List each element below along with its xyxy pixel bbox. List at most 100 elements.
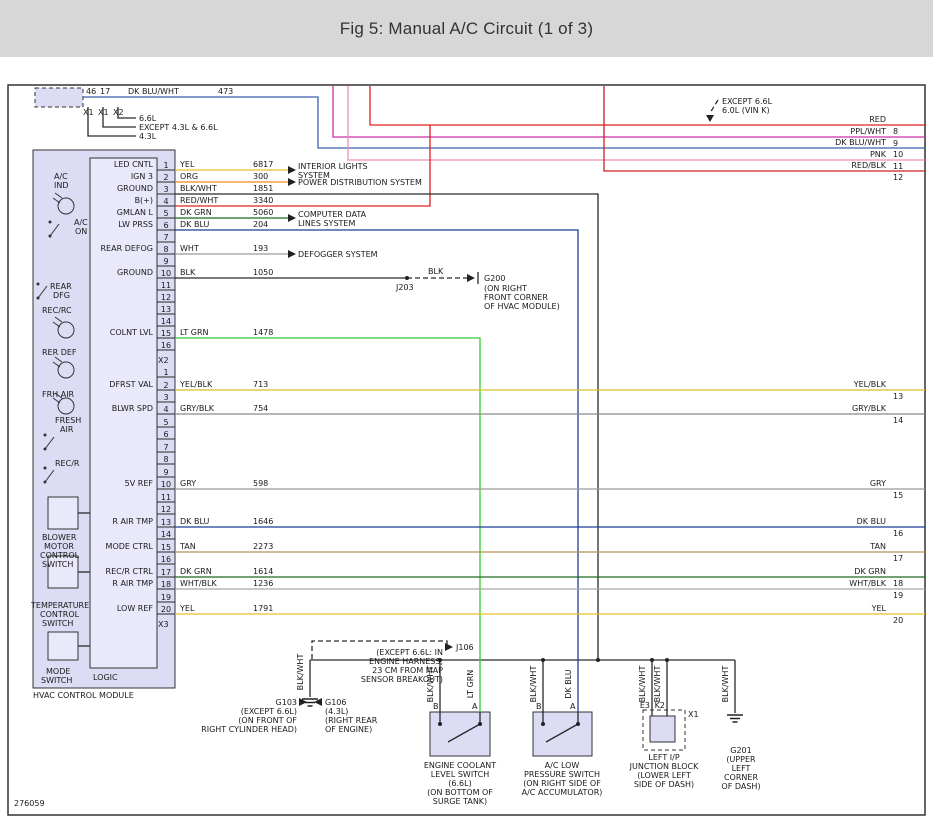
hvac-connector-x2-pin-number: 14 (161, 317, 171, 326)
circuit-number-label: 2273 (253, 542, 273, 551)
connector-pin-number: 17 (893, 554, 903, 563)
diagram-label: BLK/WHT (529, 666, 538, 703)
diagram-label: REAR (50, 282, 72, 291)
circuit-number-label: 1851 (253, 184, 273, 193)
diagram-label: X1 (83, 108, 94, 117)
wire-except-66l-pointer (710, 100, 718, 113)
wire-color-label: DK GRN (854, 567, 886, 576)
circuit-number-label: 1050 (253, 268, 273, 277)
hvac-connector-x2-pin-number: 12 (161, 293, 171, 302)
arrow-r (288, 214, 296, 222)
wire-color-label: RED/BLK (851, 161, 886, 170)
connector-pin-number: 14 (893, 416, 903, 425)
hvac-connector-x2-pin-number: 3 (163, 185, 168, 194)
system-label: POWER DISTRIBUTION SYSTEM (298, 178, 422, 187)
wire-color-label: GRY (870, 479, 886, 488)
diagram-label: A/C ACCUMULATOR) (522, 788, 603, 797)
circuit-number-label: 204 (253, 220, 268, 229)
junction-dot (438, 722, 442, 726)
terminal-label: GMLAN L (117, 208, 154, 217)
circuit-number-label: 193 (253, 244, 268, 253)
diagram-label: ON (75, 227, 87, 236)
wire-color-label: GRY (180, 479, 196, 488)
diagram-label: MODE (46, 667, 70, 676)
hvac-connector-x3-pin-number: 14 (161, 530, 171, 539)
logic-box (90, 158, 157, 668)
wire-color-label: YEL (179, 604, 195, 613)
wire-conn-stub-3 (88, 107, 136, 136)
connector-pin-number: 13 (893, 392, 903, 401)
diagram-label: G200 (484, 274, 505, 283)
connector-pin-number: 11 (893, 162, 903, 171)
diagram-label: G103 (276, 698, 297, 707)
hvac-connector-x3-pin-number: 5 (163, 418, 168, 427)
terminal-label: DFRST VAL (109, 380, 153, 389)
wire-red (370, 86, 925, 125)
hvac-connector-x2-pin-number: 4 (163, 197, 168, 206)
switch-terminal (44, 467, 47, 470)
mode-switch-box (48, 632, 78, 660)
diagram-label: (ON RIGHT (484, 284, 527, 293)
connector-pin-number: 8 (893, 127, 898, 136)
connector-pin-number: 12 (893, 173, 903, 182)
diagram-label: SWITCH (42, 619, 73, 628)
diagram-label: (EXCEPT 6.6L: IN (376, 648, 443, 657)
wire-pnk (348, 86, 925, 160)
top-left-connector-box (35, 88, 83, 107)
diagram-label: A (472, 702, 478, 711)
diagram-label: BLK/WHT (638, 666, 647, 703)
circuit-number-label: 754 (253, 404, 268, 413)
hvac-connector-x3-pin-number: 11 (161, 493, 171, 502)
diagram-label: 46 (86, 87, 96, 96)
circuit-number-label: 1791 (253, 604, 273, 613)
arrow-r (288, 178, 296, 186)
hvac-connector-x3-pin-number: 13 (161, 518, 171, 527)
diagram-label: IND (54, 181, 69, 190)
diagram-label: E3 (640, 701, 650, 710)
terminal-label: R AIR TMP (112, 517, 153, 526)
diagram-label: BLK/WHT (296, 654, 305, 691)
wire-color-label: DK BLU (180, 220, 209, 229)
diagram-label: AIR (60, 425, 74, 434)
hvac-connector-x2-pin-number: 13 (161, 305, 171, 314)
wire-color-label: RED/WHT (180, 196, 218, 205)
circuit-number-label: 5060 (253, 208, 273, 217)
diagram-label: J106 (455, 643, 474, 652)
diagram-label: A/C LOW (545, 761, 580, 770)
junction-dot (665, 658, 669, 662)
terminal-label: REC/R CTRL (106, 567, 154, 576)
diagram-label: BLK/WHT (426, 666, 435, 703)
terminal-label: IGN 3 (131, 172, 153, 181)
diagram-label: OF HVAC MODULE) (484, 302, 560, 311)
circuit-number-label: 1646 (253, 517, 273, 526)
diagram-label: 4.3L (139, 132, 157, 141)
wire-color-label: GRY/BLK (852, 404, 887, 413)
diagram-label: G106 (325, 698, 346, 707)
wire-color-label: DK BLU/WHT (835, 138, 886, 147)
diagram-canvas: 1LED CNTLYEL68172IGN 3ORG3003GROUNDBLK/W… (0, 0, 933, 837)
hvac-connector-x2-pin-number: 7 (163, 233, 168, 242)
hvac-connector-x3-pin-number: 17 (161, 568, 171, 577)
diagram-label: SIDE OF DASH) (634, 780, 694, 789)
system-label: INTERIOR LIGHTS (298, 162, 368, 171)
diagram-label: SWITCH (42, 560, 73, 569)
diagram-label: OF ENGINE) (325, 725, 372, 734)
wire-color-label: PPL/WHT (850, 127, 886, 136)
circuit-number-label: 6817 (253, 160, 273, 169)
junction-dot (576, 722, 580, 726)
diagram-label: MOTOR (44, 542, 74, 551)
hvac-connector-x2-id: X2 (158, 356, 169, 365)
hvac-connector-x2-pin-number: 16 (161, 341, 171, 350)
diagram-label: (EXCEPT 6.6L) (241, 707, 297, 716)
diagram-label: 473 (218, 87, 233, 96)
diagram-label: J203 (395, 283, 414, 292)
diagram-label: BLK/WHT (721, 666, 730, 703)
wire-color-label: PNK (870, 150, 887, 159)
wire-color-label: DK GRN (180, 208, 212, 217)
wire-color-label: YEL (871, 604, 887, 613)
diagram-label: (ON FRONT OF (238, 716, 297, 725)
wire-blk-wht-main (175, 194, 598, 660)
connector-pin-number: 18 (893, 579, 903, 588)
wiring-diagram-page: Fig 5: Manual A/C Circuit (1 of 3) 1LED … (0, 0, 933, 837)
wire-color-label: ORG (180, 172, 198, 181)
